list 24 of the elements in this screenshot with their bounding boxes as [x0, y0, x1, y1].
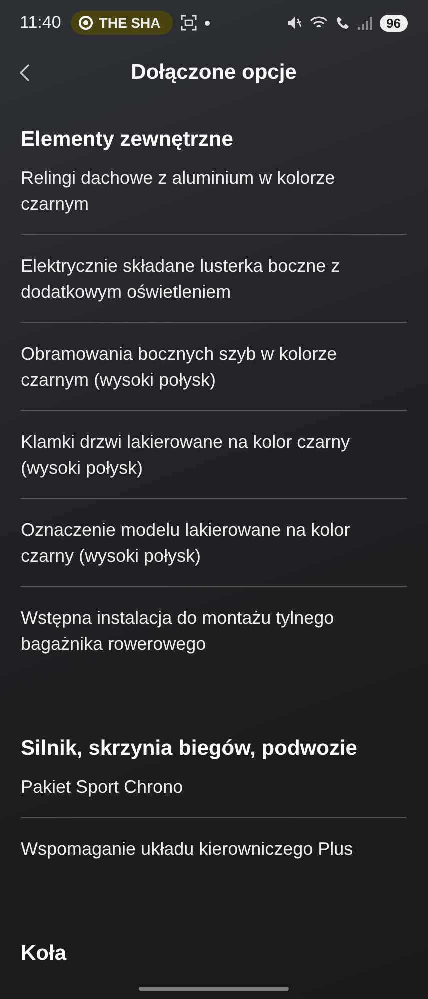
target-icon	[79, 16, 94, 30]
section-title: Elementy zewnętrzne	[21, 127, 234, 153]
option-text: Wstępna instalacja do montażu tylnego bagażnika rowerowego	[21, 608, 334, 654]
signal-icon	[358, 16, 372, 30]
option-text: Obramowania bocznych szyb w kolorze czarnym (wysoki połysk)	[21, 344, 338, 390]
wifi-icon	[310, 16, 328, 30]
status-time: 11:40	[20, 13, 62, 33]
notification-chip: THE SHA	[71, 11, 173, 35]
option-text: Relingi dachowe z aluminium w kolorze czarnym	[21, 168, 336, 214]
section-title: Silnik, skrzynia biegów, podwozie	[21, 736, 358, 762]
chevron-left-icon	[20, 64, 30, 82]
back-button[interactable]	[18, 62, 32, 84]
section-title: Koła	[21, 941, 68, 967]
screenshot-icon	[180, 15, 197, 31]
dot-icon	[204, 20, 210, 26]
option-text: Elektrycznie składane lusterka boczne z dodatkowym oświetleniem	[21, 256, 340, 302]
battery-indicator: 96	[380, 14, 408, 32]
phone-icon	[336, 16, 350, 30]
option-text: Klamki drzwi lakierowane na kolor czarny (wysoki połysk)	[21, 432, 350, 478]
mute-icon	[286, 16, 302, 30]
option-text: Oznaczenie modelu lakierowane na kolor czarny (wysoki połysk)	[21, 520, 350, 566]
option-text: Wspomaganie układu kierowniczego Plus	[21, 839, 354, 859]
page-title: Dołączone opcje	[131, 61, 297, 85]
option-text: Pakiet Sport Chrono	[21, 777, 184, 797]
